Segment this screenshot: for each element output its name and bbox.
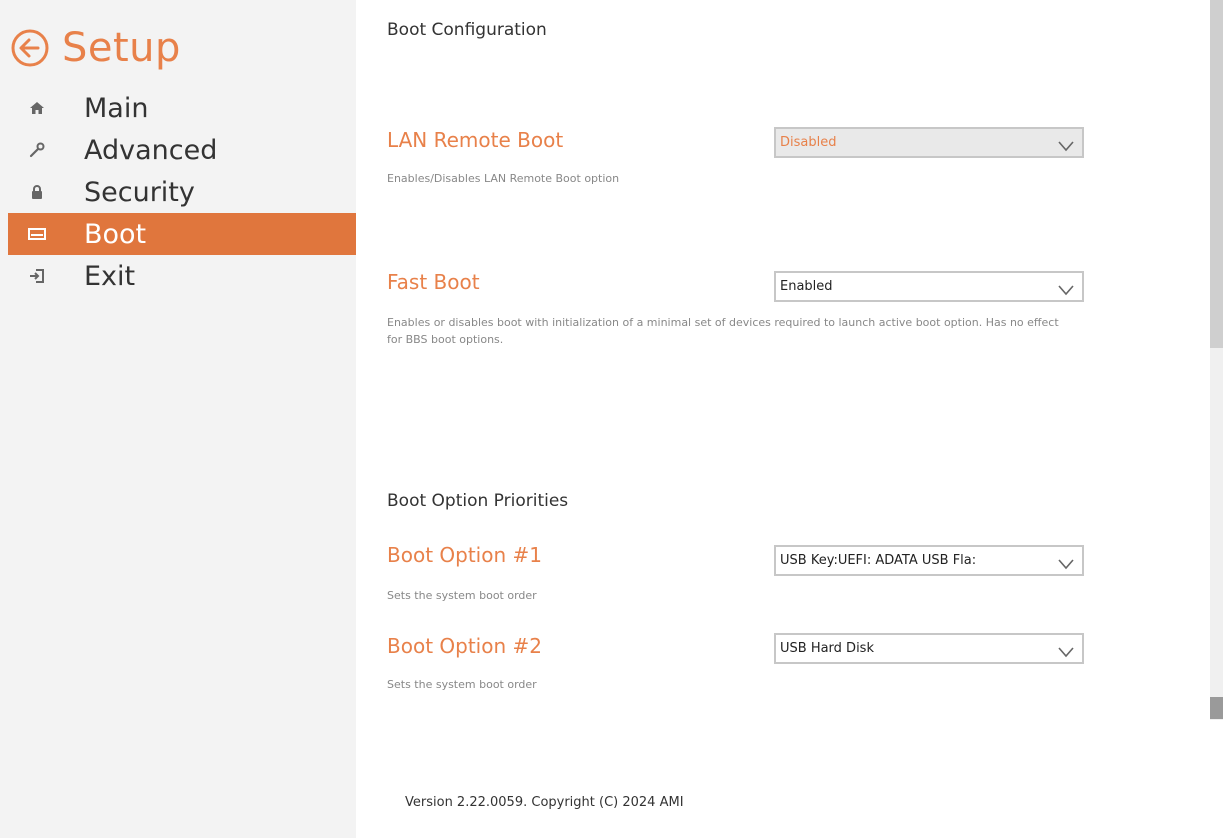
- vertical-scrollbar[interactable]: [1210, 0, 1223, 720]
- exit-icon: [28, 267, 46, 285]
- option-title-boot-option-1: Boot Option #1: [387, 543, 542, 567]
- back-arrow-icon[interactable]: [10, 28, 50, 68]
- scrollbar-end-handle[interactable]: [1210, 697, 1223, 719]
- drive-icon: [28, 225, 46, 243]
- chevron-down-icon: [1058, 555, 1074, 570]
- wrench-icon: [28, 141, 46, 159]
- boot-option-2-select[interactable]: USB Hard Disk: [774, 633, 1084, 664]
- setup-header: Setup: [10, 18, 181, 78]
- sidebar-nav: Main Advanced Security Boot Exit: [0, 87, 356, 297]
- chevron-down-icon: [1058, 137, 1074, 152]
- chevron-down-icon: [1058, 643, 1074, 658]
- option-description-boot-option-2: Sets the system boot order: [387, 678, 537, 691]
- option-description-lan-remote-boot: Enables/Disables LAN Remote Boot option: [387, 172, 620, 185]
- select-value: Enabled: [780, 279, 833, 294]
- sidebar-item-advanced[interactable]: Advanced: [0, 129, 356, 171]
- sidebar: Setup Main Advanced Security Boot Exit: [0, 0, 356, 838]
- section-title-boot-option-priorities: Boot Option Priorities: [387, 491, 569, 511]
- sidebar-item-exit[interactable]: Exit: [0, 255, 356, 297]
- sidebar-item-label: Advanced: [84, 134, 218, 166]
- fast-boot-select[interactable]: Enabled: [774, 271, 1084, 302]
- chevron-down-icon: [1058, 281, 1074, 296]
- option-title-lan-remote-boot: LAN Remote Boot: [387, 128, 564, 152]
- option-title-boot-option-2: Boot Option #2: [387, 634, 542, 658]
- select-value: USB Key:UEFI: ADATA USB Fla:: [780, 553, 977, 568]
- sidebar-item-label: Exit: [84, 260, 136, 292]
- select-value: USB Hard Disk: [780, 641, 874, 656]
- lan-remote-boot-select[interactable]: Disabled: [774, 127, 1084, 158]
- section-title-boot-configuration: Boot Configuration: [387, 20, 547, 40]
- sidebar-item-label: Main: [84, 92, 149, 124]
- sidebar-item-boot[interactable]: Boot: [8, 213, 356, 255]
- main-panel: Boot Configuration LAN Remote Boot Disab…: [356, 0, 1206, 838]
- home-icon: [28, 99, 46, 117]
- scrollbar-thumb[interactable]: [1210, 0, 1223, 348]
- lock-icon: [28, 183, 46, 201]
- sidebar-item-main[interactable]: Main: [0, 87, 356, 129]
- boot-option-1-select[interactable]: USB Key:UEFI: ADATA USB Fla:: [774, 545, 1084, 576]
- select-value: Disabled: [780, 135, 837, 150]
- version-footer: Version 2.22.0059. Copyright (C) 2024 AM…: [405, 795, 684, 810]
- sidebar-item-label: Boot: [84, 218, 147, 250]
- sidebar-item-security[interactable]: Security: [0, 171, 356, 213]
- sidebar-item-label: Security: [84, 176, 195, 208]
- setup-title: Setup: [62, 25, 181, 71]
- option-description-fast-boot: Enables or disables boot with initializa…: [387, 316, 1059, 346]
- option-description-boot-option-1: Sets the system boot order: [387, 589, 537, 602]
- option-title-fast-boot: Fast Boot: [387, 270, 480, 294]
